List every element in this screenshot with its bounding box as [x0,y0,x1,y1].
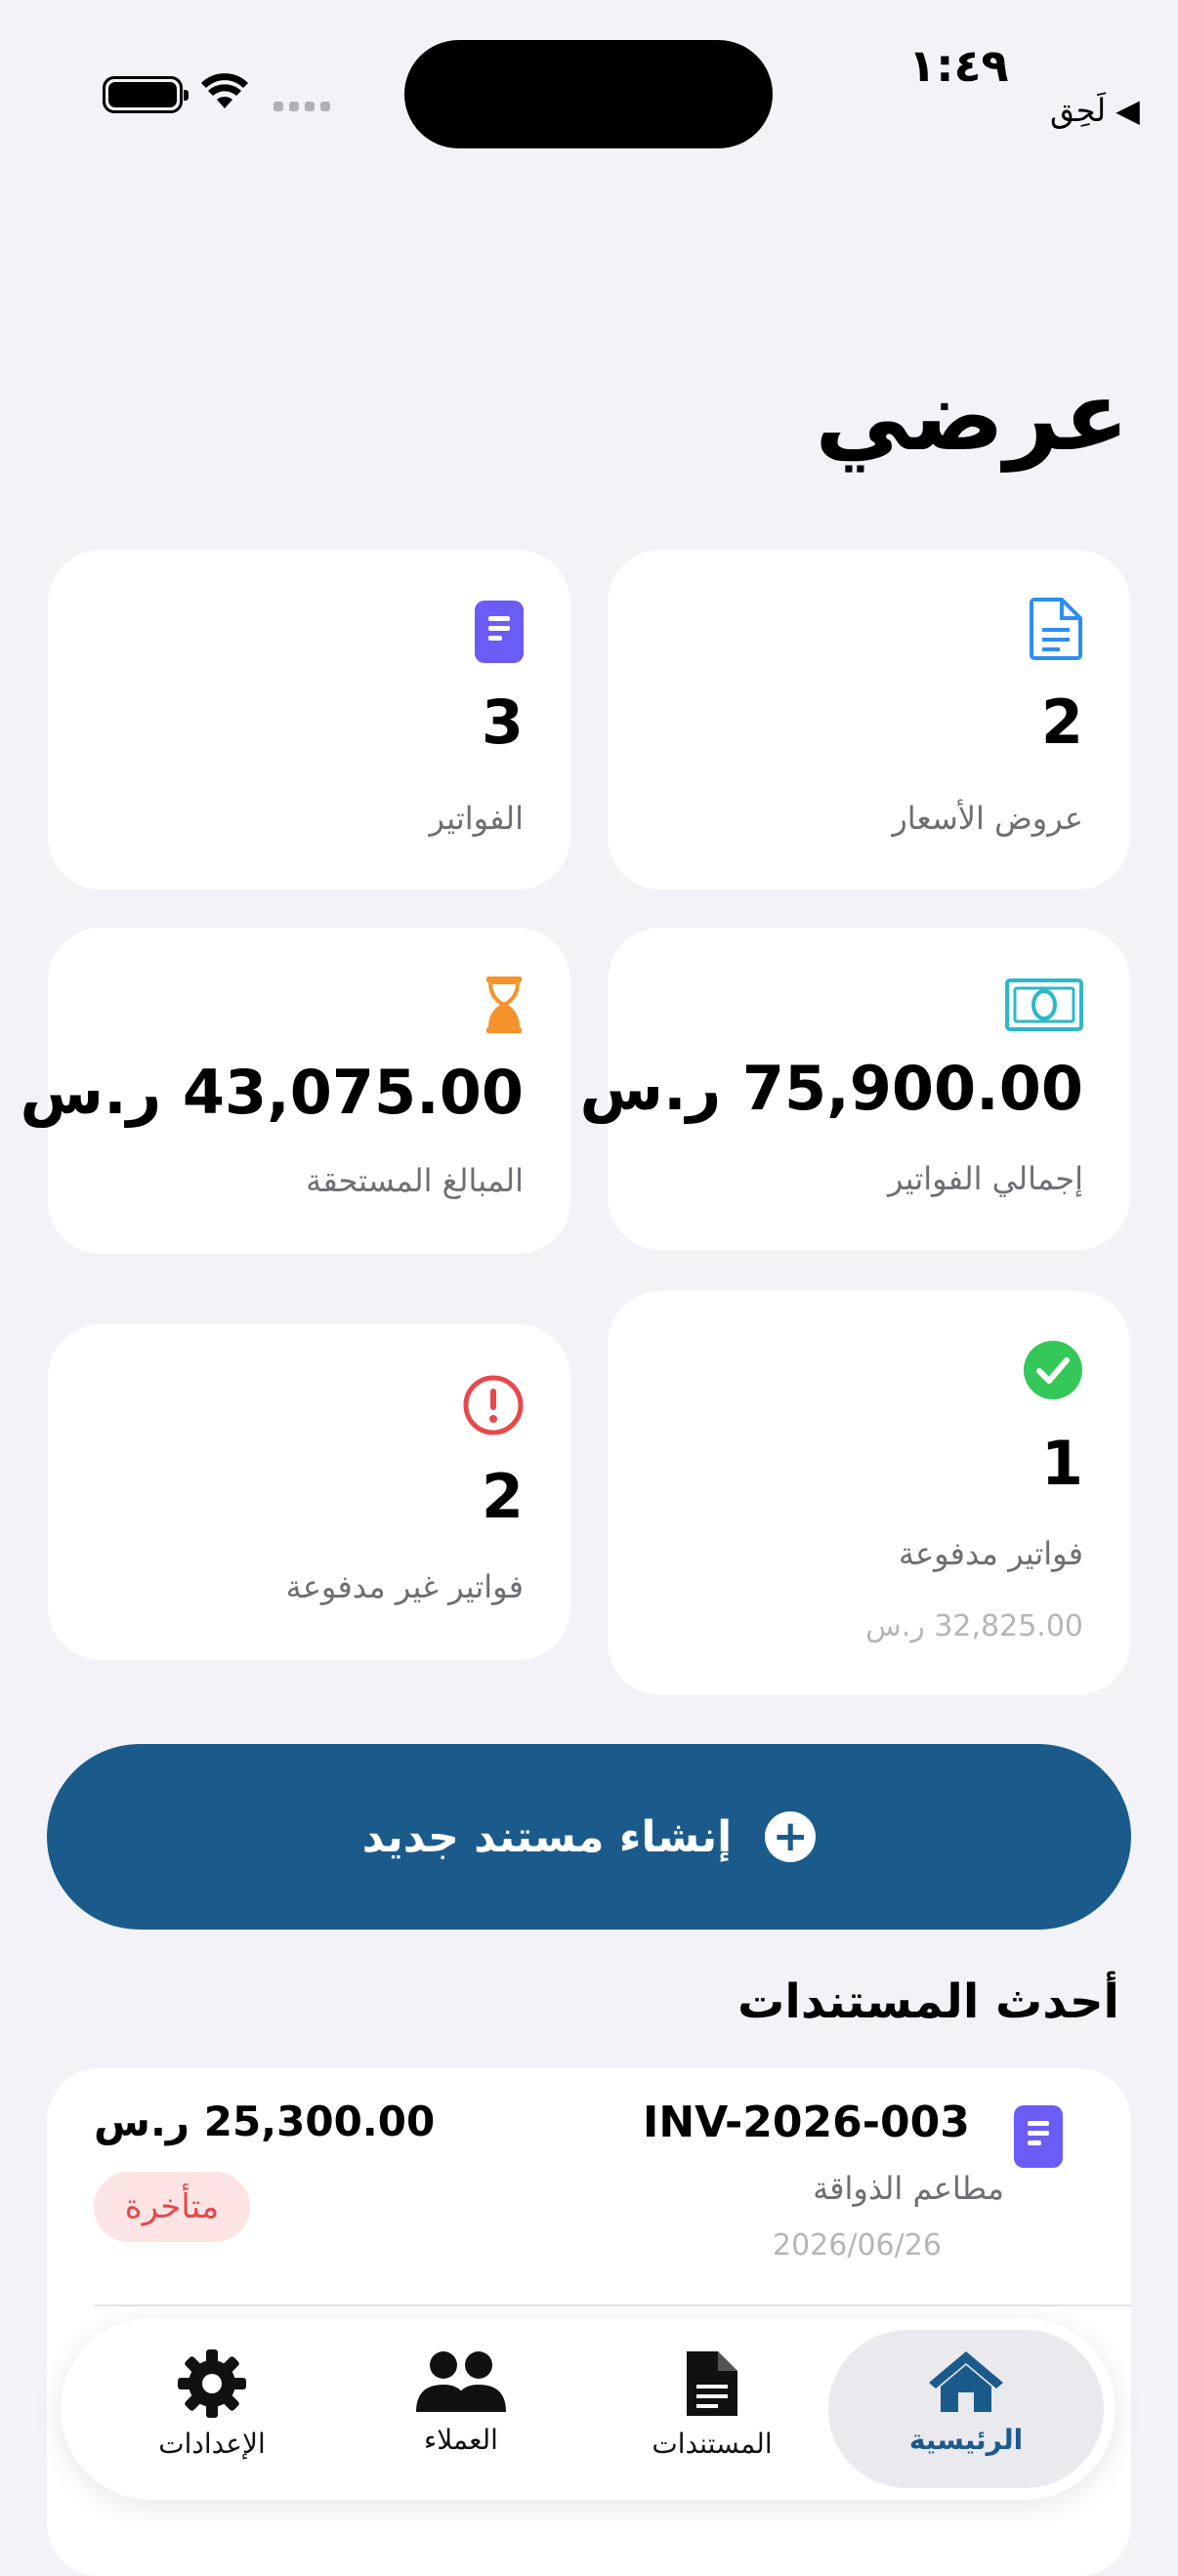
battery-icon [103,76,189,113]
total-invoices-stat-card[interactable]: 75,900.00 ر.س إجمالي الفواتير [580,928,1130,1250]
row-divider [94,2305,1131,2306]
invoices-label: الفواتير [429,800,524,837]
paid-invoices-stat-card[interactable]: 1 فواتير مدفوعة 32,825.00 ر.س [608,1291,1130,1695]
paid-invoices-label: فواتير مدفوعة [898,1535,1083,1572]
dynamic-island [404,40,773,148]
document-text-icon [1030,598,1082,660]
amounts-due-stat-card[interactable]: 43,075.00 ر.س المبالغ المستحقة [21,928,570,1254]
tab-documents-label: المستندات [652,2428,773,2460]
invoices-stat-card[interactable]: 3 الفواتير [48,550,570,890]
amounts-due-label: المبالغ المستحقة [306,1162,524,1199]
hourglass-icon [486,976,522,1033]
amounts-due-value: 43,075.00 ر.س [20,1057,524,1128]
tab-home[interactable]: الرئيسية [859,2347,1073,2456]
paid-invoices-count: 1 [1040,1428,1083,1499]
status-badge: متأخرة [94,2172,250,2242]
document-number: INV-2026-003 [643,2098,970,2147]
total-invoices-amount: 75,900.00 ر.س [579,1053,1083,1124]
status-time: ١:٤٩ [908,39,1009,92]
banknote-icon [1005,978,1083,1031]
quotes-stat-card[interactable]: 2 عروض الأسعار [608,550,1130,890]
people-icon [416,2351,506,2412]
document-icon [687,2351,737,2416]
exclamation-circle-icon [463,1375,524,1435]
gear-icon [178,2349,246,2418]
quotes-label: عروض الأسعار [892,800,1083,837]
tab-customers[interactable]: العملاء [354,2347,568,2456]
unpaid-invoices-count: 2 [481,1461,524,1532]
invoice-icon [1014,2105,1063,2168]
document-amount: 25,300.00 ر.س [94,2098,436,2145]
tab-documents[interactable]: المستندات [605,2347,820,2460]
status-bar: ١:٤٩ ◀ لَحِق [0,0,1178,166]
unpaid-invoices-stat-card[interactable]: 2 فواتير غير مدفوعة [48,1324,570,1660]
invoice-icon [475,601,524,663]
cellular-signal-icon [273,102,330,111]
plus-circle-icon: + [765,1811,817,1862]
checkmark-circle-icon [1024,1341,1082,1399]
tab-customers-label: العملاء [424,2424,498,2456]
tab-home-label: الرئيسية [908,2424,1024,2456]
quotes-count: 2 [1040,686,1083,758]
create-document-label: إنشاء مستند جديد [361,1811,733,1862]
create-document-button[interactable]: + إنشاء مستند جديد [47,1744,1131,1930]
document-client: مطاعم الذواقة [813,2170,1004,2207]
house-icon [929,2351,1003,2412]
page-title: عرضي [815,361,1129,473]
unpaid-invoices-label: فواتير غير مدفوعة [285,1568,524,1605]
back-to-app-link[interactable]: ◀ لَحِق [1050,92,1140,129]
tab-bar: الرئيسية المستندات العملاء الإعدادات [61,2318,1115,2500]
invoices-count: 3 [481,686,524,758]
total-invoices-label: إجمالي الفواتير [888,1160,1083,1197]
wifi-icon [201,73,248,108]
tab-settings-label: الإعدادات [158,2428,266,2460]
paid-invoices-amount: 32,825.00 ر.س [865,1609,1083,1643]
document-date: 2026/06/26 [773,2228,942,2263]
recent-documents-title: أحدث المستندات [737,1974,1119,2029]
tab-settings[interactable]: الإعدادات [105,2347,319,2460]
